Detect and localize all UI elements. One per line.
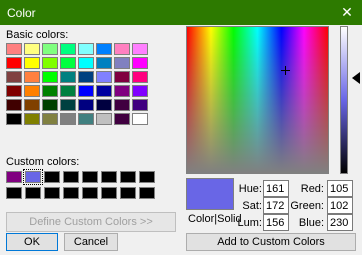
basic-color-swatch[interactable] — [42, 99, 58, 111]
basic-color-swatch[interactable] — [60, 57, 76, 69]
blue-field[interactable] — [327, 214, 353, 231]
define-custom-colors-button[interactable]: Define Custom Colors >> — [6, 212, 176, 232]
sat-field[interactable] — [263, 197, 289, 214]
custom-color-swatch[interactable] — [44, 171, 60, 183]
basic-color-swatch[interactable] — [60, 85, 76, 97]
basic-color-swatch[interactable] — [96, 85, 112, 97]
basic-colors-grid — [6, 43, 148, 125]
close-icon[interactable]: ✕ — [332, 0, 362, 25]
color-dialog: Color ✕ Basic colors: Custom colors: Def… — [0, 0, 362, 255]
basic-color-swatch[interactable] — [60, 43, 76, 55]
hue-label: Hue: — [238, 183, 262, 195]
basic-color-swatch[interactable] — [78, 99, 94, 111]
basic-color-swatch[interactable] — [114, 85, 130, 97]
basic-color-swatch[interactable] — [132, 57, 148, 69]
custom-color-swatch[interactable] — [23, 169, 43, 185]
custom-color-swatch[interactable] — [63, 171, 79, 183]
basic-color-swatch[interactable] — [132, 71, 148, 83]
basic-color-swatch[interactable] — [6, 57, 22, 69]
custom-color-swatch[interactable] — [44, 187, 60, 199]
basic-color-swatch[interactable] — [132, 43, 148, 55]
custom-colors-grid — [6, 169, 155, 199]
basic-color-swatch[interactable] — [24, 43, 40, 55]
basic-color-swatch[interactable] — [42, 43, 58, 55]
basic-color-swatch[interactable] — [6, 43, 22, 55]
basic-color-swatch[interactable] — [6, 85, 22, 97]
basic-color-swatch[interactable] — [78, 57, 94, 69]
basic-color-swatch[interactable] — [132, 99, 148, 111]
custom-colors-label: Custom colors: — [6, 156, 80, 168]
basic-color-swatch[interactable] — [96, 99, 112, 111]
lum-label: Lum: — [237, 217, 262, 229]
basic-color-swatch[interactable] — [132, 113, 148, 125]
custom-color-swatch[interactable] — [120, 171, 136, 183]
custom-color-swatch[interactable] — [101, 171, 117, 183]
basic-color-swatch[interactable] — [24, 57, 40, 69]
custom-color-swatch[interactable] — [82, 171, 98, 183]
crosshair-icon — [281, 66, 290, 75]
custom-color-swatch[interactable] — [101, 187, 117, 199]
custom-color-swatch[interactable] — [6, 187, 22, 199]
green-label: Green: — [290, 200, 324, 212]
luminosity-arrow-icon[interactable] — [352, 72, 360, 84]
basic-color-swatch[interactable] — [96, 113, 112, 125]
basic-color-swatch[interactable] — [42, 85, 58, 97]
sat-label: Sat: — [242, 200, 262, 212]
color-solid-preview — [186, 178, 234, 210]
color-spectrum[interactable] — [186, 26, 329, 174]
basic-color-swatch[interactable] — [42, 113, 58, 125]
basic-color-swatch[interactable] — [78, 43, 94, 55]
custom-color-swatch[interactable] — [25, 187, 41, 199]
basic-color-swatch[interactable] — [78, 85, 94, 97]
basic-color-swatch[interactable] — [6, 99, 22, 111]
basic-color-swatch[interactable] — [114, 99, 130, 111]
basic-color-swatch[interactable] — [96, 43, 112, 55]
title-bar: Color ✕ — [0, 0, 362, 25]
basic-color-swatch[interactable] — [24, 99, 40, 111]
basic-color-swatch[interactable] — [6, 71, 22, 83]
window-title: Color — [7, 5, 36, 20]
basic-color-swatch[interactable] — [114, 57, 130, 69]
green-field[interactable] — [327, 197, 353, 214]
basic-color-swatch[interactable] — [60, 113, 76, 125]
basic-color-swatch[interactable] — [132, 85, 148, 97]
basic-color-swatch[interactable] — [96, 71, 112, 83]
basic-color-swatch[interactable] — [114, 43, 130, 55]
red-label: Red: — [300, 183, 324, 195]
basic-color-swatch[interactable] — [24, 71, 40, 83]
custom-color-swatch[interactable] — [63, 187, 79, 199]
lum-field[interactable] — [263, 214, 289, 231]
basic-color-swatch[interactable] — [114, 113, 130, 125]
luminosity-slider[interactable] — [340, 26, 348, 174]
basic-color-swatch[interactable] — [78, 113, 94, 125]
custom-color-swatch[interactable] — [82, 187, 98, 199]
basic-color-swatch[interactable] — [60, 71, 76, 83]
basic-color-swatch[interactable] — [24, 113, 40, 125]
custom-color-swatch[interactable] — [139, 171, 155, 183]
basic-color-swatch[interactable] — [42, 57, 58, 69]
red-field[interactable] — [327, 180, 353, 197]
basic-color-swatch[interactable] — [78, 71, 94, 83]
basic-color-swatch[interactable] — [96, 57, 112, 69]
ok-button[interactable]: OK — [6, 233, 58, 251]
cancel-button[interactable]: Cancel — [64, 233, 118, 251]
basic-color-swatch[interactable] — [114, 71, 130, 83]
basic-colors-label: Basic colors: — [6, 29, 69, 41]
custom-color-swatch[interactable] — [6, 171, 22, 183]
add-to-custom-colors-button[interactable]: Add to Custom Colors — [186, 233, 356, 251]
custom-color-swatch[interactable] — [139, 187, 155, 199]
custom-color-swatch[interactable] — [120, 187, 136, 199]
basic-color-swatch[interactable] — [24, 85, 40, 97]
basic-color-swatch[interactable] — [60, 99, 76, 111]
blue-label: Blue: — [298, 217, 324, 229]
basic-color-swatch[interactable] — [6, 113, 22, 125]
basic-color-swatch[interactable] — [42, 71, 58, 83]
hue-field[interactable] — [263, 180, 289, 197]
